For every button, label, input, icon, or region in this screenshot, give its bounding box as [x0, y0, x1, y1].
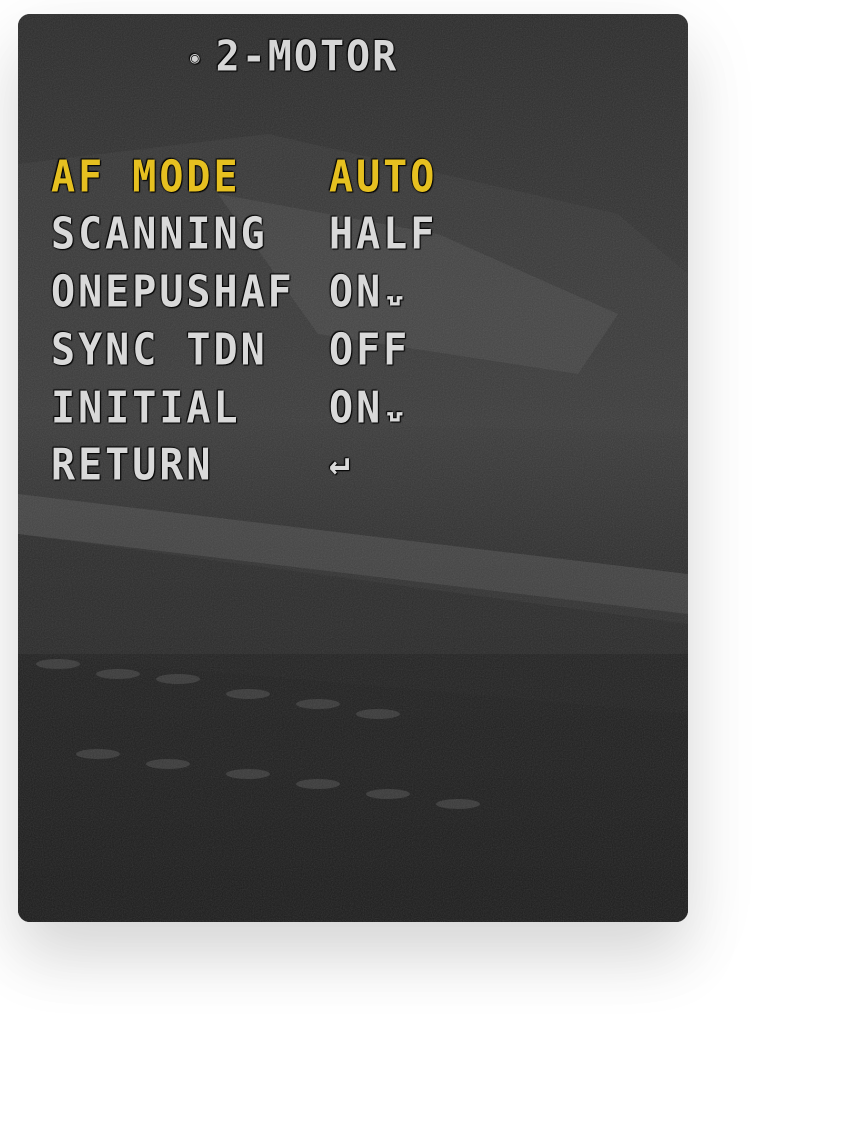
menu-item-value: OFF — [329, 325, 411, 376]
menu-title-text: 2-MOTOR — [215, 32, 399, 82]
menu-item-value: ↵ — [329, 440, 349, 484]
menu-item-initial[interactable]: INITIAL ON ⍽ — [51, 383, 651, 437]
menu-item-value: AUTO — [329, 152, 438, 203]
enter-icon: ⍽ — [387, 273, 403, 307]
menu-item-label: SYNC TDN — [51, 325, 268, 376]
menu-item-value: ON ⍽ — [329, 267, 403, 318]
return-arrow-icon: ↵ — [329, 440, 350, 484]
menu-item-value: ON ⍽ — [329, 383, 403, 434]
osd-menu: ◉ 2-MOTOR AF MODE AUTO SCANNING HALF ONE… — [18, 14, 688, 922]
menu-item-label: INITIAL — [51, 383, 241, 434]
menu-item-value: HALF — [329, 209, 438, 260]
menu-item-label: AF MODE — [51, 152, 241, 203]
menu-item-onepushaf[interactable]: ONEPUSHAF ON ⍽ — [51, 267, 651, 321]
enter-icon: ⍽ — [387, 389, 403, 423]
menu-title: ◉ 2-MOTOR — [190, 32, 399, 82]
menu-item-label: ONEPUSHAF — [51, 267, 295, 318]
menu-item-label: SCANNING — [51, 209, 268, 260]
menu-item-return[interactable]: RETURN ↵ — [51, 440, 651, 494]
menu-item-scanning[interactable]: SCANNING HALF — [51, 209, 651, 263]
menu-item-sync-tdn[interactable]: SYNC TDN OFF — [51, 325, 651, 379]
eye-icon: ◉ — [190, 47, 200, 67]
menu-item-af-mode[interactable]: AF MODE AUTO — [51, 152, 651, 206]
menu-item-label: RETURN — [51, 440, 214, 491]
camera-feed-frame: ◉ 2-MOTOR AF MODE AUTO SCANNING HALF ONE… — [18, 14, 688, 922]
